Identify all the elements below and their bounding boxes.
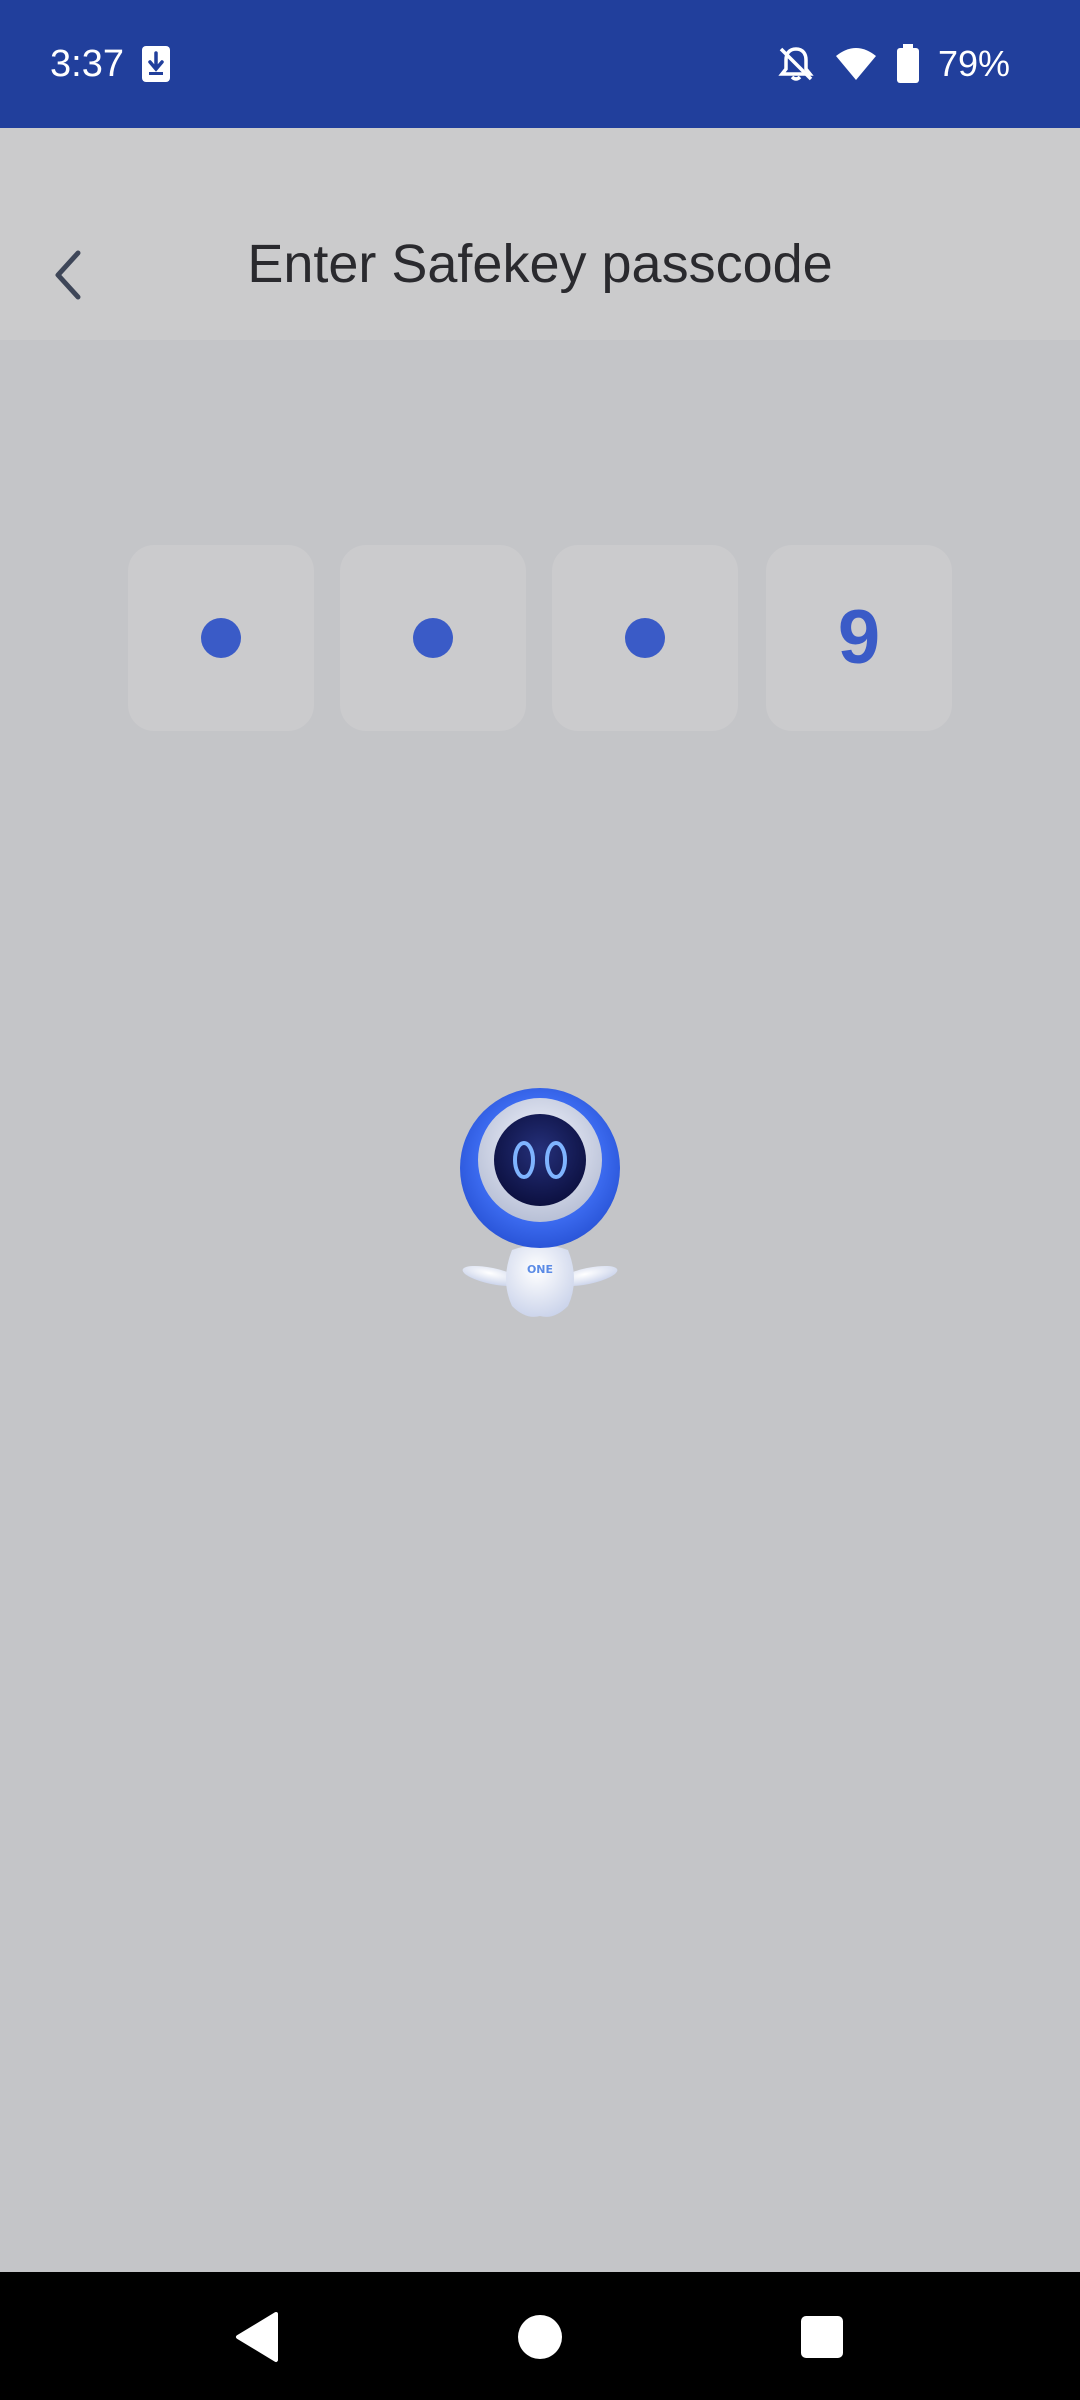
- nav-back-button[interactable]: [222, 2302, 292, 2372]
- wifi-icon: [835, 48, 876, 80]
- battery-percent: 79%: [937, 43, 1010, 84]
- nav-recents-button[interactable]: [787, 2302, 857, 2372]
- back-icon: [236, 2312, 278, 2362]
- masked-digit-dot: [625, 618, 665, 658]
- passcode-digit-4[interactable]: 9: [766, 545, 952, 731]
- nav-home-button[interactable]: [505, 2302, 575, 2372]
- system-nav-bar: [0, 2272, 1080, 2400]
- visible-digit: 9: [837, 595, 881, 680]
- passcode-digit-2[interactable]: [340, 545, 526, 731]
- notifications-off-icon: [778, 47, 814, 81]
- download-icon: [142, 46, 170, 82]
- battery-icon: [896, 44, 919, 83]
- passcode-input[interactable]: 9: [128, 545, 952, 731]
- status-bar: 3:37 79%: [0, 0, 1080, 128]
- recents-icon: [801, 2316, 843, 2358]
- passcode-digit-3[interactable]: [552, 545, 738, 731]
- mascot-badge: ONE: [527, 1263, 553, 1276]
- status-icons: 79%: [776, 38, 1010, 90]
- masked-digit-dot: [201, 618, 241, 658]
- page-title: Enter Safekey passcode: [247, 234, 833, 294]
- status-time: 3:37: [50, 43, 124, 85]
- home-icon: [518, 2315, 562, 2359]
- robot-mascot: ONE: [440, 1080, 640, 1330]
- masked-digit-dot: [413, 618, 453, 658]
- passcode-digit-1[interactable]: [128, 545, 314, 731]
